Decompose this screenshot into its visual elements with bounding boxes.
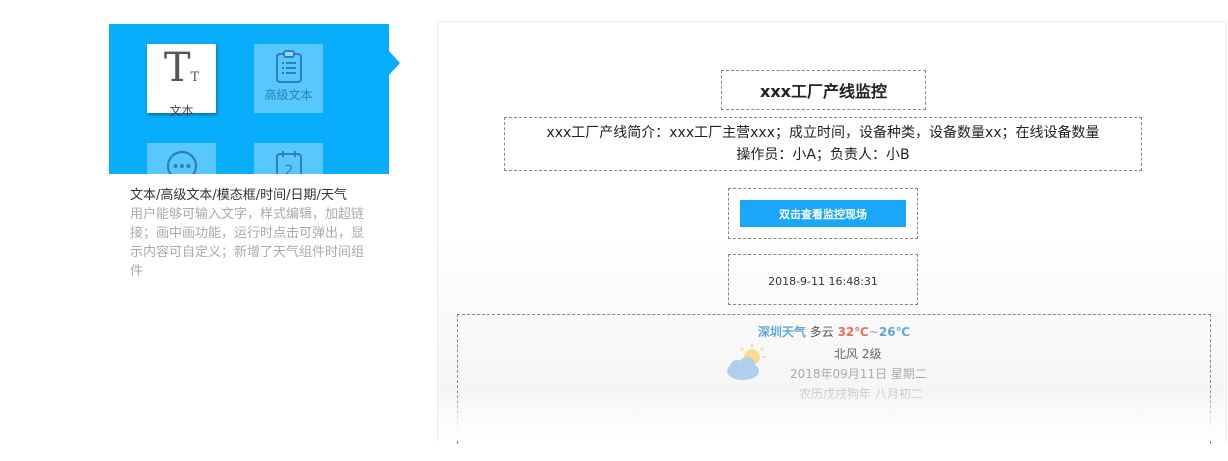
tile-modal[interactable] (147, 143, 216, 174)
datetime-box[interactable]: 2018-9-11 16:48:31 (728, 254, 918, 305)
tile-advanced-text[interactable]: 高级文本 (254, 44, 323, 113)
widget-description-title: 文本/高级文本/模态框/时间/日期/天气 (130, 188, 347, 203)
view-monitor-button[interactable]: 双击查看监控现场 (740, 200, 906, 227)
text-icon: TT (163, 45, 200, 91)
intro-line-1: xxx工厂产线简介：xxx工厂主营xxx；成立时间，设备种类，设备数量xx；在线… (546, 125, 1100, 141)
intro-text-box[interactable]: xxx工厂产线简介：xxx工厂主营xxx；成立时间，设备种类，设备数量xx；在线… (504, 117, 1142, 171)
partly-cloudy-icon (727, 344, 766, 380)
weather-summary: 深圳天气 多云 32℃~26℃ (458, 323, 1210, 340)
widget-description: 文本/高级文本/模态框/时间/日期/天气 用户能够可输入文字，样式编辑，加超链接… (130, 187, 372, 281)
clipboard-icon (275, 50, 302, 83)
weather-widget[interactable]: 深圳天气 多云 32℃~26℃ 北风 2级 2018年09月11日 星期二 农历… (457, 314, 1211, 444)
chat-bubble-icon (166, 150, 197, 174)
widget-panel: TT 文本 高级文本 2 (109, 24, 389, 174)
svg-text:2: 2 (284, 163, 293, 174)
calendar-icon: 2 (275, 151, 302, 174)
datetime-text: 2018-9-11 16:48:31 (768, 275, 878, 288)
monitor-button-box: 双击查看监控现场 (728, 188, 918, 239)
tile-date[interactable]: 2 (254, 143, 323, 174)
widget-description-text: 用户能够可输入文字，样式编辑，加超链接；画中画功能，运行时点击可弹出，显示内容可… (130, 207, 365, 279)
preview-canvas: xxx工厂产线监控 xxx工厂产线简介：xxx工厂主营xxx；成立时间，设备种类… (437, 21, 1227, 444)
weather-date: 2018年09月11日 星期二 (790, 367, 927, 381)
intro-line-2: 操作员：小A；负责人：小B (736, 147, 910, 163)
panel-pointer-arrow (389, 51, 400, 75)
tile-advanced-text-label: 高级文本 (264, 88, 313, 102)
weather-temp-separator: ~ (868, 325, 879, 339)
page-title[interactable]: xxx工厂产线监控 (721, 70, 926, 110)
weather-city: 深圳天气 (757, 325, 806, 339)
weather-wind: 北风 2级 (834, 347, 882, 361)
tile-text-label: 文本 (169, 104, 194, 118)
weather-temp-low: 26℃ (878, 325, 911, 339)
weather-lunar-date: 农历戊戌狗年 八月初二 (799, 387, 923, 401)
weather-condition: 多云 (809, 325, 834, 339)
weather-temp-high: 32℃ (837, 325, 869, 339)
tile-text[interactable]: TT 文本 (147, 44, 216, 118)
